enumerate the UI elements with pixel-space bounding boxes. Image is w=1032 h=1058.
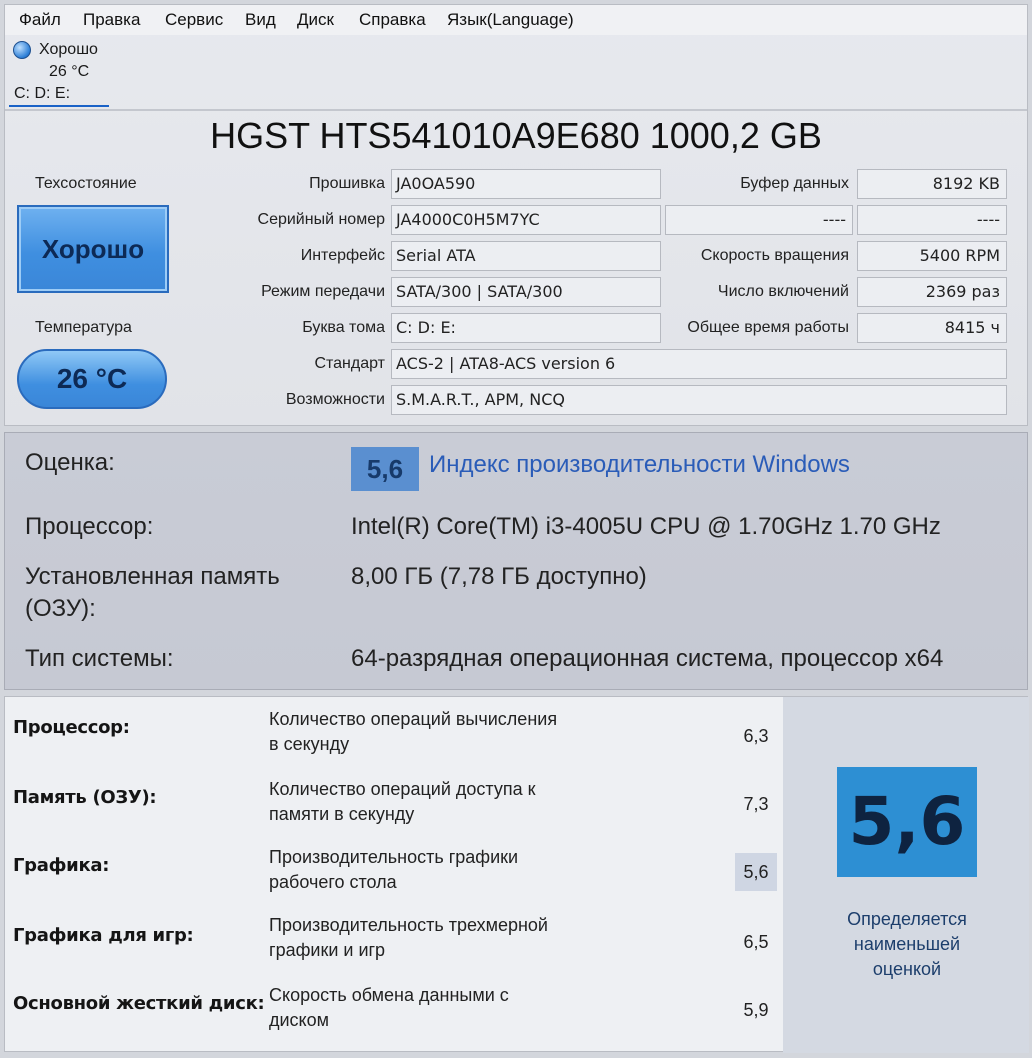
firmware-value: JA0OA590: [391, 169, 661, 199]
menu-view[interactable]: Вид: [245, 5, 276, 35]
wei-score-cpu: 6,3: [743, 726, 769, 746]
menu-file[interactable]: Файл: [19, 5, 61, 35]
wei-component-graphics: Графика:: [13, 855, 110, 876]
menu-language[interactable]: Язык(Language): [447, 5, 574, 35]
wei-desc-ram: Количество операций доступа к памяти в се…: [269, 779, 536, 824]
wei-component-cpu: Процессор:: [13, 717, 130, 738]
interface-value: Serial ATA: [391, 241, 661, 271]
system-info-panel: Оценка: 5,6 Индекс производительности Wi…: [4, 432, 1028, 690]
features-label: Возможности: [285, 391, 385, 408]
cpu-value: Intel(R) Core(TM) i3-4005U CPU @ 1.70GHz…: [351, 513, 941, 540]
drive-tab-temp: 26 °C: [49, 63, 90, 80]
menu-help[interactable]: Справка: [359, 5, 426, 35]
menu-bar: Файл Правка Сервис Вид Диск Справка Язык…: [5, 5, 1027, 35]
temperature-button[interactable]: 26 °C: [17, 349, 167, 409]
power-on-count-label: Число включений: [717, 283, 849, 300]
wei-score-badge: 5,6: [351, 447, 419, 491]
ram-label: Установленная память: [25, 563, 280, 590]
rotation-speed-label: Скорость вращения: [700, 247, 849, 264]
wei-score-graphics: 5,6: [735, 853, 777, 891]
drive-tab[interactable]: Хорошо 26 °C C: D: E:: [9, 37, 109, 107]
features-value: S.M.A.R.T., APM, NCQ: [391, 385, 1007, 415]
wei-component-gaming: Графика для игр:: [13, 925, 194, 946]
drive-tab-letters: C: D: E:: [14, 85, 71, 102]
power-on-hours-label: Общее время работы: [687, 319, 849, 336]
unknown-label: ----: [665, 205, 853, 235]
wei-desc-gaming: Производительность трехмерной графики и и…: [269, 915, 548, 960]
health-status-icon: [13, 41, 31, 59]
volume-label: Буква тома: [302, 319, 385, 336]
drive-tab-status: Хорошо: [39, 41, 98, 58]
health-status-button[interactable]: Хорошо: [17, 205, 169, 293]
buffer-value: 8192 KB: [857, 169, 1007, 199]
wei-score-ram: 7,3: [743, 794, 769, 814]
health-label: Техсостояние: [35, 175, 137, 192]
wei-link[interactable]: Индекс производительности Windows: [429, 451, 850, 479]
divider: [5, 109, 1027, 111]
firmware-label: Прошивка: [309, 175, 385, 192]
standard-value: ACS-2 | ATA8-ACS version 6: [391, 349, 1007, 379]
wei-component-disk: Основной жесткий диск:: [13, 993, 265, 1014]
wei-detail-panel: Процессор: Количество операций вычислени…: [4, 696, 1029, 1053]
rotation-speed-value: 5400 RPM: [857, 241, 1007, 271]
ram-label-cont: (ОЗУ):: [25, 595, 96, 622]
system-type-value: 64-разрядная операционная система, проце…: [351, 645, 944, 672]
system-type-label: Тип системы:: [25, 645, 174, 672]
standard-label: Стандарт: [314, 355, 385, 372]
disk-title: HGST HTS541010A9E680 1000,2 GB: [210, 115, 822, 156]
wei-desc-graphics: Производительность графики рабочего стола: [269, 847, 519, 892]
wei-base-score: 5,6: [837, 767, 977, 877]
rating-label: Оценка:: [25, 449, 115, 476]
buffer-label: Буфер данных: [740, 175, 849, 192]
transfer-mode-value: SATA/300 | SATA/300: [391, 277, 661, 307]
menu-service[interactable]: Сервис: [165, 5, 223, 35]
transfer-mode-label: Режим передачи: [261, 283, 385, 300]
ram-value: 8,00 ГБ (7,78 ГБ доступно): [351, 563, 647, 590]
power-on-hours-value: 8415 ч: [857, 313, 1007, 343]
serial-label: Серийный номер: [257, 211, 385, 228]
wei-score-gaming: 6,5: [743, 932, 769, 952]
unknown-value: ----: [857, 205, 1007, 235]
serial-value: JA4000C0H5M7YC: [391, 205, 661, 235]
interface-label: Интерфейс: [300, 247, 385, 264]
crystaldiskinfo-window: Файл Правка Сервис Вид Диск Справка Язык…: [4, 4, 1028, 426]
power-on-count-value: 2369 раз: [857, 277, 1007, 307]
wei-base-score-note: Определяется наименьшей оценкой: [847, 909, 967, 979]
wei-score-disk: 5,9: [743, 1000, 769, 1020]
wei-desc-disk: Скорость обмена данными с диском: [269, 985, 509, 1030]
menu-edit[interactable]: Правка: [83, 5, 140, 35]
temperature-label: Температура: [35, 319, 132, 336]
volume-value: C: D: E:: [391, 313, 661, 343]
wei-component-ram: Память (ОЗУ):: [13, 787, 157, 808]
wei-desc-cpu: Количество операций вычисления в секунду: [269, 709, 558, 754]
cpu-label: Процессор:: [25, 513, 154, 540]
menu-disk[interactable]: Диск: [297, 5, 334, 35]
